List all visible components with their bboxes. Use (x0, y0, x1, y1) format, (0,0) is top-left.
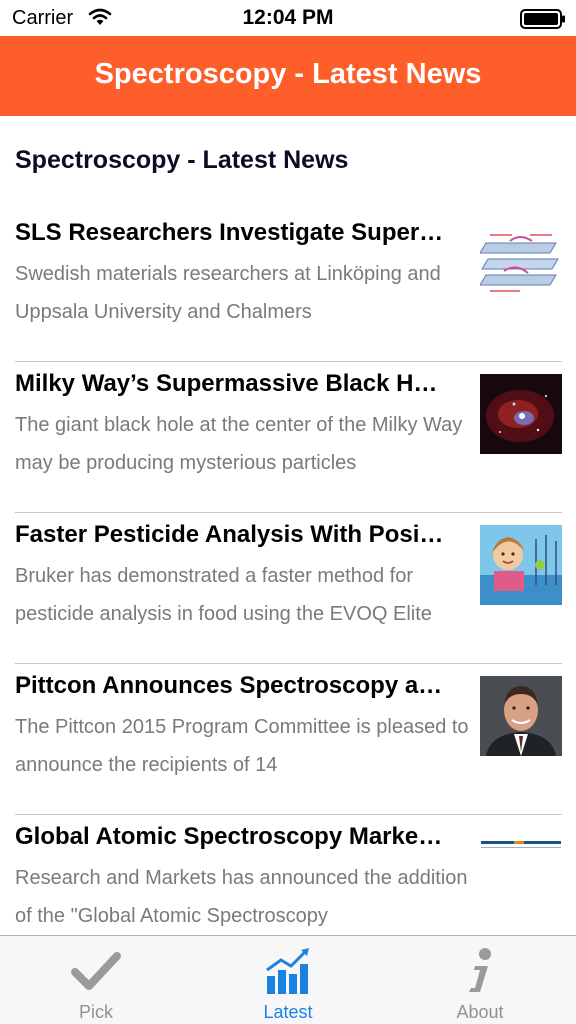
news-item-title: SLS Researchers Investigate Super… (15, 219, 444, 246)
news-item-title: Pittcon Announces Spectroscopy a… (15, 672, 443, 699)
galaxy-thumbnail (480, 374, 562, 454)
news-item[interactable]: Faster Pesticide Analysis With Posi… Bru… (0, 513, 576, 664)
child-field-thumbnail (480, 525, 562, 605)
news-item-title: Global Atomic Spectroscopy Marke… (15, 823, 443, 850)
navigation-bar: Spectroscopy - Latest News (0, 36, 576, 116)
checkmark-icon (71, 952, 121, 990)
feed-heading: Spectroscopy - Latest News (15, 146, 349, 174)
status-time: 12:04 PM (242, 6, 334, 29)
portrait-thumbnail (480, 676, 562, 756)
nav-title: Spectroscopy - Latest News (94, 58, 482, 90)
news-item[interactable]: Pittcon Announces Spectroscopy a… The Pi… (0, 664, 576, 815)
tab-latest-label: Latest (263, 1002, 313, 1022)
news-item-summary: The Pittcon 2015 Program Committee is pl… (15, 716, 469, 776)
news-item[interactable]: Milky Way’s Supermassive Black H… The gi… (0, 362, 576, 513)
battery-icon (520, 9, 565, 29)
news-item-title: Faster Pesticide Analysis With Posi… (15, 521, 444, 548)
news-item-summary: The giant black hole at the center of th… (15, 414, 463, 474)
news-feed[interactable]: Spectroscopy - Latest News SLS Researche… (0, 116, 576, 935)
tab-pick[interactable]: Pick (0, 936, 192, 1024)
tab-latest[interactable]: Latest (192, 936, 384, 1024)
chart-icon (266, 948, 309, 994)
news-item-title: Milky Way’s Supermassive Black H… (15, 370, 438, 397)
research-and-markets-logo (480, 827, 562, 907)
news-item[interactable]: Global Atomic Spectroscopy Marke… Resear… (0, 815, 576, 935)
tab-pick-label: Pick (78, 1002, 113, 1022)
tab-about-label: About (456, 1002, 504, 1022)
news-item[interactable]: SLS Researchers Investigate Super… Swedi… (0, 211, 576, 362)
news-item-summary: Swedish materials researchers at Linköpi… (15, 263, 441, 323)
info-icon (469, 948, 491, 992)
layered-diagram-thumbnail (480, 223, 562, 303)
status-bar: Carrier 12:04 PM (0, 0, 576, 36)
tab-bar: Pick Latest About (0, 935, 576, 1024)
news-item-summary: Bruker has demonstrated a faster method … (15, 565, 432, 625)
news-item-summary: Research and Markets has announced the a… (15, 867, 468, 927)
tab-about[interactable]: About (384, 936, 576, 1024)
